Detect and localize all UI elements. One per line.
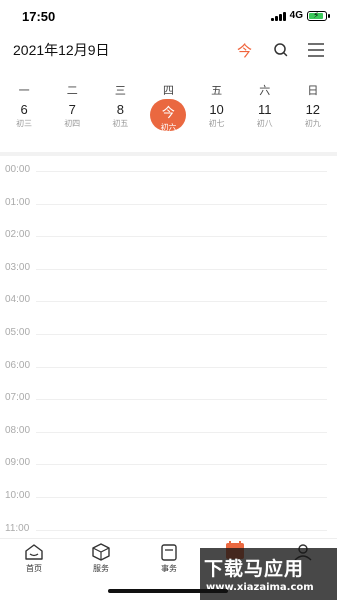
menu-button[interactable] xyxy=(306,40,326,60)
hour-divider xyxy=(36,334,327,335)
time-slot[interactable]: 09:00 xyxy=(0,449,337,482)
day-timeline[interactable]: 00:00 01:00 02:00 03:00 04:00 05:00 06:0… xyxy=(0,156,337,538)
calendar-header: 2021年12月9日 今 xyxy=(0,34,337,74)
lunar-date: 初三 xyxy=(16,119,33,128)
lunar-date: 初四 xyxy=(64,119,81,128)
day-cell-selected[interactable]: 今 初六 xyxy=(144,98,192,132)
time-slot[interactable]: 11:00 xyxy=(0,515,337,538)
time-slot[interactable]: 00:00 xyxy=(0,156,337,189)
home-indicator xyxy=(108,589,228,593)
day-number: 8 xyxy=(116,102,124,117)
status-time: 17:50 xyxy=(22,9,56,24)
battery-icon: ⚡ xyxy=(307,10,330,21)
time-slot[interactable]: 02:00 xyxy=(0,221,337,254)
hour-divider xyxy=(36,301,327,303)
hour-divider xyxy=(36,399,327,401)
time-label: 01:00 xyxy=(5,196,31,208)
network-label: 4G xyxy=(289,10,303,21)
hour-divider xyxy=(36,366,327,368)
lunar-date: 初九 xyxy=(304,119,321,128)
day-number: 10 xyxy=(209,102,224,117)
day-cell[interactable]: 8 初五 xyxy=(96,98,144,132)
hour-divider xyxy=(36,431,327,433)
weekday-row: 一 二 三 四 五 六 日 xyxy=(0,82,337,98)
tab-affairs-label: 事务 xyxy=(161,564,177,573)
day-number: 12 xyxy=(305,102,321,117)
day-number: 11 xyxy=(257,102,272,117)
time-label: 05:00 xyxy=(5,327,31,338)
time-label: 00:00 xyxy=(5,164,31,175)
weekday-label: 五 xyxy=(211,85,223,97)
time-label: 06:00 xyxy=(5,359,31,371)
day-cell[interactable]: 6 初三 xyxy=(0,98,48,132)
day-cell[interactable]: 7 初四 xyxy=(48,98,96,132)
current-date-title[interactable]: 2021年12月9日 xyxy=(13,40,110,60)
time-label: 02:00 xyxy=(5,229,31,241)
weekday-label: 一 xyxy=(18,85,30,97)
search-icon xyxy=(274,43,288,57)
time-slot[interactable]: 06:00 xyxy=(0,352,337,385)
tab-affairs[interactable]: 事务 xyxy=(149,543,189,574)
weekday-label: 四 xyxy=(162,85,174,97)
time-label: 04:00 xyxy=(5,294,31,306)
time-label: 07:00 xyxy=(5,392,31,404)
time-slot[interactable]: 04:00 xyxy=(0,286,337,319)
watermark-text: 下载马应用 xyxy=(204,558,305,580)
time-slot[interactable]: 07:00 xyxy=(0,384,337,417)
date-row: 6 初三 7 初四 8 初五 今 初六 10 初七 11 初八 12 初九 xyxy=(0,98,337,132)
clipboard-icon xyxy=(161,544,177,561)
home-icon xyxy=(25,544,43,560)
day-cell[interactable]: 10 初七 xyxy=(193,98,241,132)
hour-divider xyxy=(36,497,327,498)
tab-home[interactable]: 首页 xyxy=(14,543,54,574)
lunar-date: 初六 xyxy=(160,123,177,132)
tab-service-label: 服务 xyxy=(93,564,109,573)
hour-divider xyxy=(36,464,327,466)
cube-icon xyxy=(92,543,110,561)
hour-divider xyxy=(36,529,327,531)
signal-icon xyxy=(270,11,286,21)
lunar-date: 初八 xyxy=(256,119,273,128)
time-slot[interactable]: 10:00 xyxy=(0,482,337,515)
day-number: 7 xyxy=(68,102,76,117)
tab-service[interactable]: 服务 xyxy=(81,543,121,574)
time-slot[interactable]: 05:00 xyxy=(0,319,337,352)
time-label: 09:00 xyxy=(5,457,31,469)
weekday-label: 二 xyxy=(66,85,78,97)
hour-divider xyxy=(36,268,327,270)
time-label: 03:00 xyxy=(5,261,31,273)
day-number: 今 xyxy=(161,105,175,120)
status-icons: 4G ⚡ xyxy=(270,10,330,21)
week-strip: 一 二 三 四 五 六 日 6 初三 7 初四 8 初五 今 初六 10 初七 … xyxy=(0,74,337,156)
time-label: 10:00 xyxy=(5,490,31,501)
time-slot[interactable]: 03:00 xyxy=(0,254,337,287)
day-cell[interactable]: 12 初九 xyxy=(289,98,337,132)
hour-divider xyxy=(36,203,327,205)
weekday-label: 三 xyxy=(114,85,126,97)
weekday-label: 六 xyxy=(259,85,271,97)
hour-divider xyxy=(36,236,327,238)
day-number: 6 xyxy=(20,102,28,117)
time-label: 08:00 xyxy=(5,424,31,436)
time-slot[interactable]: 01:00 xyxy=(0,189,337,222)
time-label: 11:00 xyxy=(5,522,30,534)
search-button[interactable] xyxy=(271,40,291,60)
tab-home-label: 首页 xyxy=(26,564,42,573)
hour-divider xyxy=(36,171,327,172)
lunar-date: 初五 xyxy=(112,119,129,128)
today-button[interactable]: 今 xyxy=(237,40,252,61)
time-slot[interactable]: 08:00 xyxy=(0,417,337,450)
weekday-label: 日 xyxy=(307,85,319,97)
status-bar: 17:50 4G ⚡ xyxy=(0,0,337,34)
lunar-date: 初七 xyxy=(208,119,225,128)
day-cell[interactable]: 11 初八 xyxy=(241,98,289,132)
menu-icon xyxy=(308,43,324,57)
